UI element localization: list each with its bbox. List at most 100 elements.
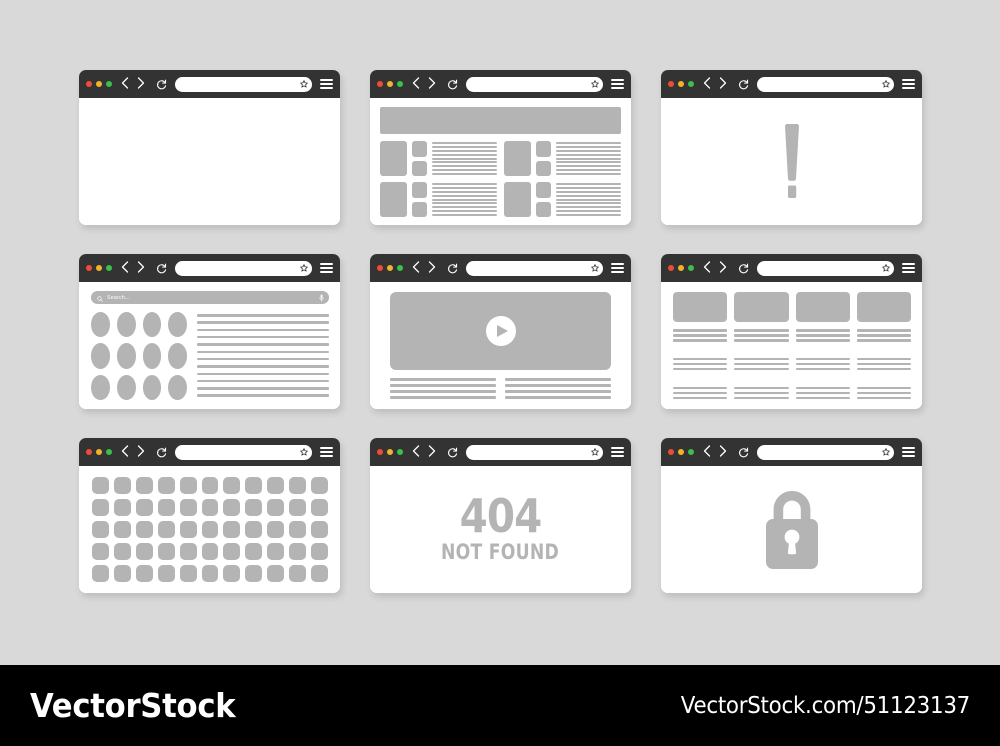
blank-browser-window[interactable] [79,70,340,225]
reload-icon[interactable] [738,79,749,90]
star-icon[interactable] [881,443,891,461]
chevron-right-icon[interactable] [137,445,148,459]
grid-cell[interactable] [157,499,175,516]
grid-cell[interactable] [92,543,109,560]
grid-cell[interactable] [179,521,197,538]
grid-cell[interactable] [157,543,175,560]
microphone-icon[interactable] [319,289,324,307]
chevron-left-icon[interactable] [121,77,132,91]
minimize-dot[interactable] [96,81,102,87]
minimize-dot[interactable] [387,449,393,455]
minimize-dot[interactable] [678,449,684,455]
hamburger-menu-icon[interactable] [320,446,333,458]
chevron-right-icon[interactable] [428,77,439,91]
hamburger-menu-icon[interactable] [902,446,915,458]
warning-browser-window[interactable] [661,70,922,225]
grid-cell[interactable] [289,565,307,582]
hamburger-menu-icon[interactable] [611,78,624,90]
minimize-dot[interactable] [678,81,684,87]
close-dot[interactable] [668,449,674,455]
star-icon[interactable] [881,259,891,277]
grid-cell[interactable] [113,565,131,582]
result-icon[interactable] [116,343,136,369]
chevron-left-icon[interactable] [412,445,423,459]
address-bar[interactable] [175,260,312,276]
close-dot[interactable] [86,81,92,87]
address-bar[interactable] [466,76,603,92]
multi-column-browser-window[interactable] [661,254,922,409]
close-dot[interactable] [86,449,92,455]
reload-icon[interactable] [156,263,167,274]
star-icon[interactable] [590,443,600,461]
grid-cell[interactable] [245,521,263,538]
grid-cell[interactable] [201,477,219,494]
reload-icon[interactable] [447,447,458,458]
grid-cell[interactable] [289,499,307,516]
address-bar[interactable] [757,259,894,277]
chevron-right-icon[interactable] [719,445,730,459]
maximize-dot[interactable] [397,449,403,455]
maximize-dot[interactable] [106,449,112,455]
video-player-browser-window[interactable] [370,254,631,409]
grid-cell[interactable] [311,543,328,560]
result-icon[interactable] [168,343,187,369]
reload-icon[interactable] [156,447,167,458]
grid-cell[interactable] [135,565,153,582]
chevron-right-icon[interactable] [137,261,148,275]
maximize-dot[interactable] [688,81,694,87]
grid-cell[interactable] [311,499,328,516]
chevron-right-icon[interactable] [719,261,730,275]
video-placeholder[interactable] [390,292,611,370]
grid-cell[interactable] [179,543,197,560]
search-input[interactable]: Search... [91,291,329,304]
result-icon[interactable] [168,374,187,400]
chevron-right-icon[interactable] [428,445,439,459]
hamburger-menu-icon[interactable] [611,262,624,274]
reload-icon[interactable] [738,447,749,458]
chevron-left-icon[interactable] [703,445,714,459]
grid-cell[interactable] [113,521,131,538]
maximize-dot[interactable] [688,449,694,455]
hamburger-menu-icon[interactable] [320,78,333,90]
grid-cell[interactable] [113,543,131,560]
not-found-browser-window[interactable]: 404 NOT FOUND [370,438,631,593]
grid-cell[interactable] [223,543,241,560]
star-icon[interactable] [881,75,891,93]
grid-cell[interactable] [223,521,241,538]
chevron-left-icon[interactable] [121,261,132,275]
reload-icon[interactable] [447,79,458,90]
minimize-dot[interactable] [96,265,102,271]
grid-cell[interactable] [245,499,263,516]
close-dot[interactable] [377,449,383,455]
grid-cell[interactable] [311,565,328,582]
grid-cell[interactable] [113,477,131,494]
search-browser-window[interactable]: Search... [79,254,340,409]
grid-cell[interactable] [311,521,328,538]
chevron-right-icon[interactable] [137,77,148,91]
grid-cell[interactable] [201,565,219,582]
grid-cell[interactable] [157,565,175,582]
hamburger-menu-icon[interactable] [611,446,624,458]
secure-lock-browser-window[interactable] [661,438,922,593]
grid-cell[interactable] [157,477,175,494]
grid-cell[interactable] [245,565,263,582]
result-icon[interactable] [142,312,162,338]
grid-cell[interactable] [92,499,109,516]
grid-cell[interactable] [92,565,109,582]
result-icon[interactable] [116,374,136,400]
grid-cell[interactable] [289,477,307,494]
grid-cell[interactable] [245,477,263,494]
grid-cell[interactable] [289,521,307,538]
chevron-right-icon[interactable] [428,261,439,275]
grid-cell[interactable] [135,521,153,538]
grid-cell[interactable] [135,499,153,516]
address-bar[interactable] [466,443,603,461]
chevron-left-icon[interactable] [412,77,423,91]
star-icon[interactable] [299,443,309,461]
grid-cell[interactable] [267,477,285,494]
hamburger-menu-icon[interactable] [902,78,915,90]
address-bar[interactable] [757,75,894,93]
grid-cell[interactable] [113,499,131,516]
minimize-dot[interactable] [387,265,393,271]
close-dot[interactable] [377,265,383,271]
